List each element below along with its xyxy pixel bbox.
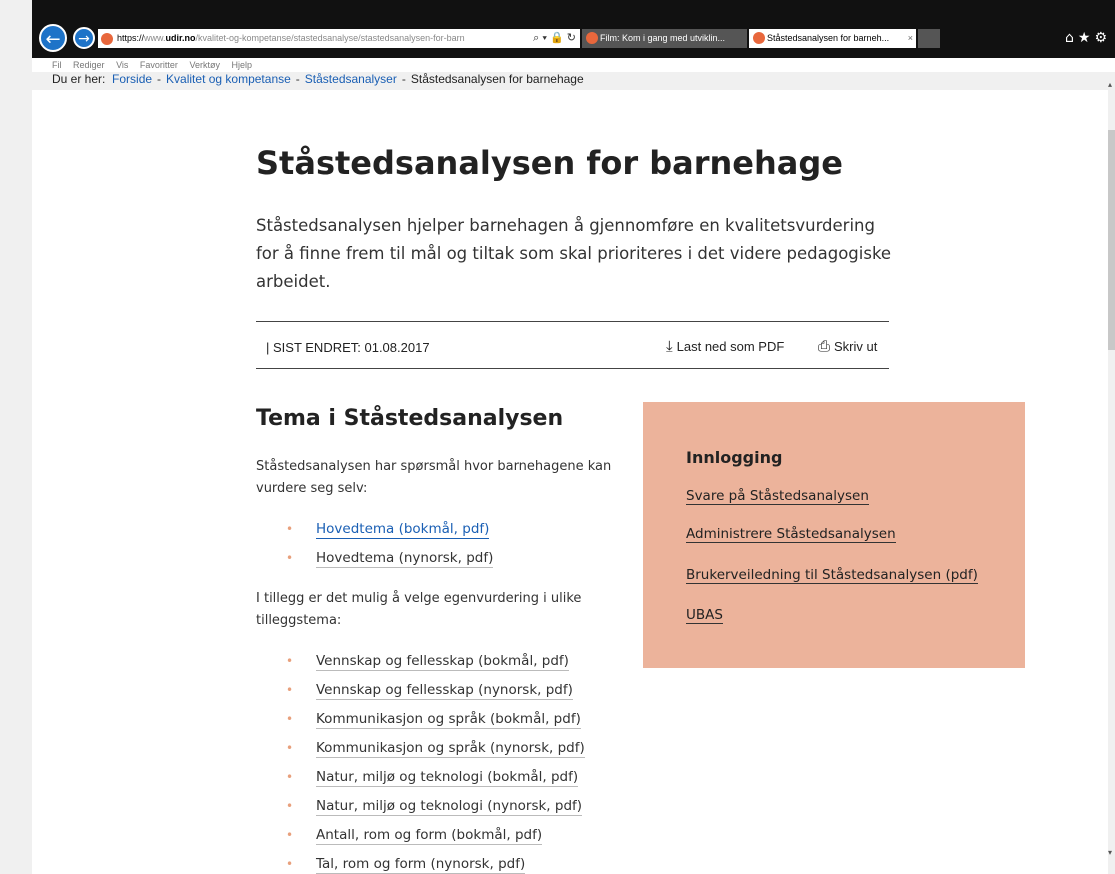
breadcrumb-separator: - (401, 72, 406, 86)
arrow-left-icon: ← (45, 29, 61, 50)
breadcrumb-separator: - (157, 72, 162, 86)
breadcrumb-kvalitet[interactable]: Kvalitet og kompetanse (166, 72, 291, 86)
menu-favoritter[interactable]: Favoritter (140, 60, 178, 70)
section-paragraph: Ståstedsanalysen har spørsmål hvor barne… (256, 459, 612, 496)
list-item: Vennskap og fellesskap (nynorsk, pdf) (272, 679, 585, 708)
breadcrumb-stastedsanalyser[interactable]: Ståstedsanalyser (305, 72, 397, 86)
download-icon: ⤓ (666, 338, 673, 355)
forward-button[interactable]: → (73, 27, 95, 49)
url-host: udir.no (165, 33, 196, 43)
url-prefix: www. (144, 33, 166, 43)
topic-link[interactable]: Natur, miljø og teknologi (nynorsk, pdf) (316, 798, 583, 816)
topic-link[interactable]: Kommunikasjon og språk (nynorsk, pdf) (316, 740, 585, 758)
section-heading: Tema i Ståstedsanalysen (256, 406, 564, 431)
address-bar[interactable]: https://www.udir.no/kvalitet-og-kompetan… (98, 29, 580, 48)
tab-favicon-icon (586, 32, 598, 44)
home-icon[interactable]: ⌂ (1065, 30, 1078, 46)
list-item: Kommunikasjon og språk (bokmål, pdf) (272, 708, 585, 737)
topic-link[interactable]: Hovedtema (bokmål, pdf) (316, 521, 490, 539)
close-tab-icon[interactable]: × (908, 29, 913, 48)
login-panel: Innlogging Svare på Ståstedsanalysen Adm… (643, 402, 1025, 668)
breadcrumb-prefix: Du er her: (52, 72, 106, 86)
site-favicon-icon (101, 32, 113, 45)
tab-favicon-icon (753, 32, 765, 44)
breadcrumb-current: Ståstedsanalysen for barnehage (410, 72, 584, 86)
tab-film[interactable]: Film: Kom i gang med utviklin... (582, 29, 747, 48)
address-bar-icons[interactable]: ⌕ ▾ 🔒 ↻ (529, 29, 576, 48)
login-link-brukerveiledning[interactable]: Brukerveiledning til Ståstedsanalysen (p… (686, 567, 978, 584)
article-meta-bar: | SIST ENDRET: 01.08.2017 ⤓ Last ned som … (256, 321, 889, 369)
list-item: Natur, miljø og teknologi (bokmål, pdf) (272, 766, 585, 795)
download-pdf-label: Last ned som PDF (676, 339, 785, 354)
topic-link[interactable]: Hovedtema (nynorsk, pdf) (316, 550, 494, 568)
print-label: Skriv ut (834, 339, 878, 354)
topic-link[interactable]: Kommunikasjon og språk (bokmål, pdf) (316, 711, 581, 729)
topic-link[interactable]: Vennskap og fellesskap (nynorsk, pdf) (316, 682, 573, 700)
tab-label: Ståstedsanalysen for barneh... (767, 33, 890, 43)
gear-icon[interactable]: ⚙ (1094, 30, 1111, 46)
list-item: Vennskap og fellesskap (bokmål, pdf) (272, 650, 585, 679)
list-item: Natur, miljø og teknologi (nynorsk, pdf) (272, 795, 585, 824)
tab-label: Film: Kom i gang med utviklin... (600, 33, 726, 43)
breadcrumb: Du er her: Forside - Kvalitet og kompetans… (32, 72, 1108, 90)
last-changed: | SIST ENDRET: 01.08.2017 (266, 340, 430, 355)
scrollbar-thumb[interactable] (1108, 130, 1115, 350)
menu-bar: Fil Rediger Vis Favoritter Verktøy Hjelp (32, 58, 1115, 72)
new-tab-button[interactable] (918, 29, 940, 48)
print-button[interactable]: ⎙ Skriv ut (818, 338, 877, 355)
login-link-svare[interactable]: Svare på Ståstedsanalysen (686, 488, 869, 505)
login-heading: Innlogging (686, 448, 783, 467)
browser-toolbar-icons: ⌂★⚙ (1065, 30, 1111, 46)
browser-titlebar: ← → https://www.udir.no/kvalitet-og-komp… (32, 0, 1115, 58)
url-scheme: https:// (117, 33, 145, 43)
list-item: Hovedtema (bokmål, pdf) (272, 518, 493, 547)
menu-fil[interactable]: Fil (52, 60, 62, 70)
printer-icon: ⎙ (818, 338, 831, 355)
list-item: Antall, rom og form (bokmål, pdf) (272, 824, 585, 853)
topic-link[interactable]: Antall, rom og form (bokmål, pdf) (316, 827, 543, 845)
browser-window: ← → https://www.udir.no/kvalitet-og-komp… (32, 0, 1115, 874)
main-topic-list: Hovedtema (bokmål, pdf) Hovedtema (nynor… (272, 518, 494, 576)
star-icon[interactable]: ★ (1078, 30, 1095, 46)
login-link-administrere[interactable]: Administrere Ståstedsanalysen (686, 526, 896, 543)
menu-rediger[interactable]: Rediger (73, 60, 105, 70)
breadcrumb-forside[interactable]: Forside (112, 72, 152, 86)
url-path: /kvalitet-og-kompetanse/stastedsanalyse/… (195, 33, 465, 43)
extra-topic-list: Vennskap og fellesskap (bokmål, pdf) Ven… (272, 650, 585, 874)
menu-verktoy[interactable]: Verktøy (189, 60, 220, 70)
arrow-right-icon: → (78, 31, 90, 47)
menu-hjelp[interactable]: Hjelp (231, 60, 252, 70)
topic-link[interactable]: Vennskap og fellesskap (bokmål, pdf) (316, 653, 569, 671)
scroll-down-icon[interactable]: ▾ (1108, 848, 1115, 857)
section-paragraph: I tillegg er det mulig å velge egenvurde… (256, 591, 582, 628)
login-link-ubas[interactable]: UBAS (686, 607, 723, 624)
left-gutter (0, 0, 32, 874)
topic-link[interactable]: Natur, miljø og teknologi (bokmål, pdf) (316, 769, 579, 787)
list-item: Hovedtema (nynorsk, pdf) (272, 547, 494, 576)
page-intro: Ståstedsanalysen hjelper barnehagen å gj… (256, 216, 892, 291)
menu-vis[interactable]: Vis (116, 60, 128, 70)
list-item: Kommunikasjon og språk (nynorsk, pdf) (272, 737, 585, 766)
topic-link[interactable]: Tal, rom og form (nynorsk, pdf) (316, 856, 526, 874)
page-title: Ståstedsanalysen for barnehage (256, 144, 843, 182)
download-pdf-button[interactable]: ⤓ Last ned som PDF (666, 338, 784, 355)
tab-active[interactable]: Ståstedsanalysen for barneh... × (749, 29, 916, 48)
list-item: Tal, rom og form (nynorsk, pdf) (272, 853, 585, 874)
back-button[interactable]: ← (39, 24, 67, 52)
breadcrumb-separator: - (295, 72, 300, 86)
scroll-up-icon[interactable]: ▴ (1108, 80, 1115, 89)
